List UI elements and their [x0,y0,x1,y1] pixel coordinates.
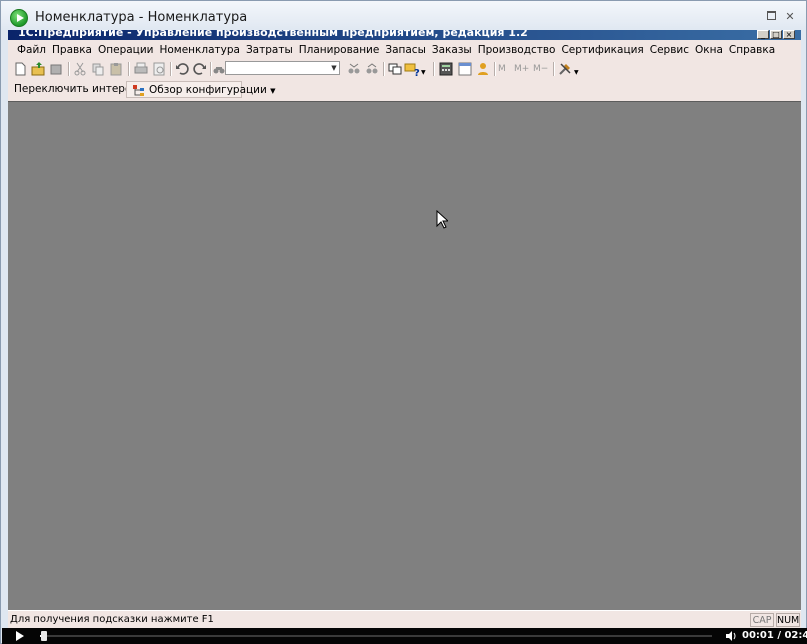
undo-icon[interactable] [174,61,190,77]
menu-file[interactable]: Файл [14,44,49,56]
menu-service[interactable]: Сервис [647,44,692,56]
menu-costs[interactable]: Затраты [243,44,296,56]
menu-production[interactable]: Производство [475,44,559,56]
windows-icon[interactable] [387,61,403,77]
toolbar-separator [383,62,385,76]
mdi-workspace[interactable] [8,101,801,610]
toolbar-separator [433,62,435,76]
memory-m-icon[interactable]: M [498,61,514,77]
toolbar-separator [553,62,555,76]
search-combo[interactable]: ▼ [225,61,340,75]
combo-dropdown-icon[interactable]: ▼ [329,62,339,74]
paste-icon[interactable] [108,61,124,77]
panel-toolbar: Переключить интерфейс ▾ Обзор конфигурац… [8,80,801,100]
menu-bar: Файл Правка Операции Номенклатура Затрат… [8,42,801,58]
menu-stocks[interactable]: Запасы [382,44,429,56]
volume-icon[interactable] [725,631,737,641]
new-document-icon[interactable] [12,61,28,77]
menu-operations[interactable]: Операции [95,44,156,56]
switch-interface-button[interactable]: Переключить интерфейс ▾ [10,81,162,98]
memory-plus-icon[interactable]: M+ [514,61,532,77]
toolbar-separator [170,62,172,76]
menu-windows[interactable]: Окна [692,44,726,56]
menu-planning[interactable]: Планирование [296,44,383,56]
player-title: Номенклатура - Номенклатура [35,10,248,25]
help-icon[interactable]: ? [404,61,420,77]
maximize-icon[interactable]: □ [770,30,782,39]
config-overview-label: Обзор конфигурации [149,84,267,96]
app-title: 1С:Предприятие - Управление производстве… [18,30,528,39]
user-icon[interactable] [475,61,491,77]
open-folder-icon[interactable] [30,61,46,77]
mouse-cursor-icon [436,210,448,229]
status-hint: Для получения подсказки нажмите F1 [10,614,214,625]
cut-icon[interactable] [72,61,88,77]
close-button[interactable]: ✕ [783,11,797,23]
toolbar-separator [494,62,496,76]
video-player-window: Номенклатура - Номенклатура ✕ 1С:Предпри… [0,0,807,644]
calculator-icon[interactable] [438,61,454,77]
copy-icon[interactable] [90,61,106,77]
menu-help[interactable]: Справка [726,44,778,56]
menu-edit[interactable]: Правка [49,44,95,56]
find-next-icon[interactable] [346,61,362,77]
play-button-icon[interactable] [16,631,24,641]
app-title-bar: 1С:Предприятие - Управление производстве… [8,30,801,40]
seek-handle[interactable] [41,631,48,641]
find-previous-icon[interactable] [364,61,380,77]
menu-nomenclature[interactable]: Номенклатура [156,44,242,56]
calendar-icon[interactable] [457,61,473,77]
mdi-controls: _ □ × [757,30,795,40]
config-tree-icon [133,85,144,96]
menu-orders[interactable]: Заказы [429,44,475,56]
play-logo-icon [10,9,28,27]
restore-button[interactable] [764,11,778,23]
redo-icon[interactable] [192,61,208,77]
main-toolbar: ▼ ? ▼ M M+ M− ▼ [8,60,801,78]
playback-time: 00:01 / 02:44 [742,630,807,641]
minimize-icon[interactable]: _ [757,30,769,39]
status-bar: Для получения подсказки нажмите F1 CAP N… [8,610,801,628]
print-preview-icon[interactable] [151,61,167,77]
status-num: NUM [776,613,800,627]
restore-icon [766,11,776,20]
seek-bar[interactable] [40,631,712,641]
tools-dropdown-icon[interactable]: ▼ [574,69,579,76]
mdi-close-icon[interactable]: × [783,30,795,39]
svg-text:?: ? [414,68,420,77]
tools-icon[interactable] [557,61,573,77]
toolbar-separator [68,62,70,76]
print-icon[interactable] [133,61,149,77]
status-cap: CAP [750,613,774,627]
config-overview-button[interactable]: Обзор конфигурации ▼ [126,81,276,98]
save-icon[interactable] [48,61,64,77]
app-window: 1С:Предприятие - Управление производстве… [8,30,801,628]
menu-certification[interactable]: Сертификация [558,44,646,56]
video-controls: 00:01 / 02:44 [2,628,807,644]
memory-minus-icon[interactable]: M− [533,61,551,77]
help-dropdown-icon[interactable]: ▼ [421,69,426,76]
toolbar-separator [128,62,130,76]
